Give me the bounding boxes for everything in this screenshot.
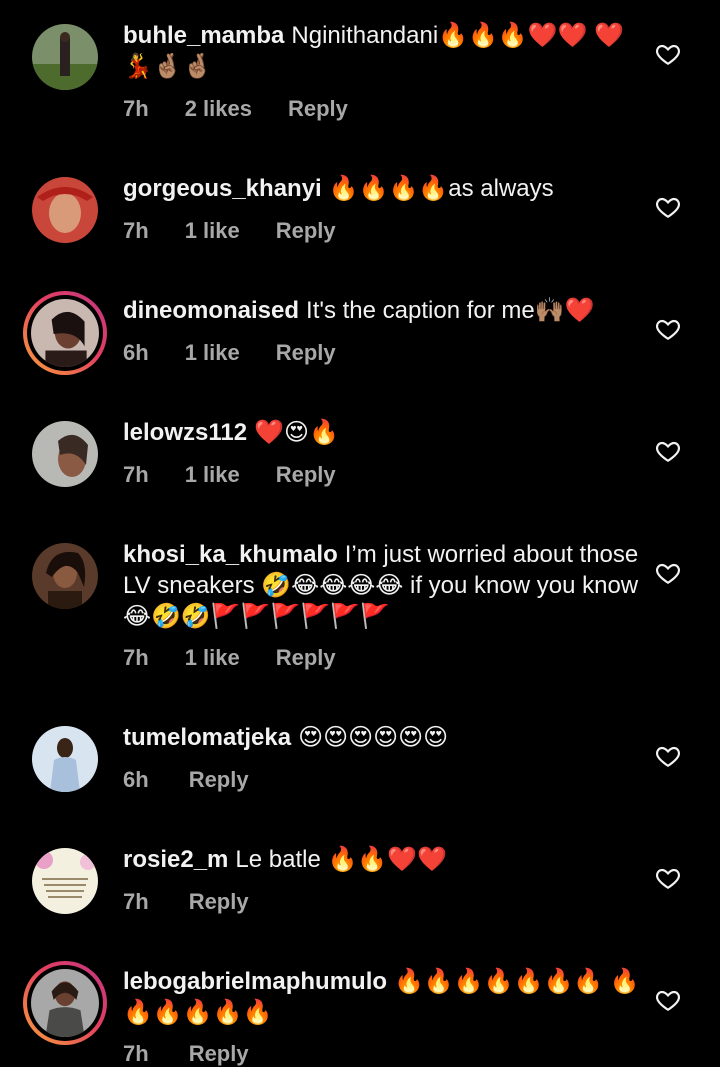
comment-time: 7h	[123, 1041, 149, 1066]
comment-time: 7h	[123, 218, 149, 243]
reply-button[interactable]: Reply	[189, 889, 249, 914]
avatar-image	[31, 969, 99, 1037]
avatar-story-ring[interactable]	[23, 961, 107, 1045]
comment-text: dineomonaised It's the caption for me🙌🏽❤️	[123, 295, 643, 326]
avatar-ring-gap	[27, 965, 103, 1041]
heart-outline-icon[interactable]	[655, 194, 681, 220]
heart-outline-icon[interactable]	[655, 865, 681, 891]
comment-text: khosi_ka_khumalo I’m just worried about t…	[123, 539, 643, 632]
avatar-image	[31, 299, 99, 367]
comment-likes[interactable]: 1 like	[185, 218, 240, 243]
avatar-image	[32, 177, 98, 243]
avatar-image	[32, 421, 98, 487]
comment-likes[interactable]: 2 likes	[185, 96, 252, 121]
comment-username[interactable]: lebogabrielmaphumulo	[123, 968, 387, 995]
reply-button[interactable]: Reply	[189, 1041, 249, 1066]
heart-outline-icon[interactable]	[655, 743, 681, 769]
comment-time: 7h	[123, 645, 149, 670]
heart-outline-icon[interactable]	[655, 560, 681, 586]
comment-username[interactable]: tumelomatjeka	[123, 724, 291, 751]
comment-username[interactable]: lelowzs112	[123, 419, 247, 446]
comment-likes[interactable]: 1 like	[185, 645, 240, 670]
comment-meta: 7h 1 like Reply	[123, 218, 372, 244]
comment-body: It's the caption for me🙌🏽❤️	[306, 297, 595, 324]
reply-button[interactable]: Reply	[276, 340, 336, 365]
comment-body: Le batle 🔥🔥❤️❤️	[235, 846, 448, 873]
reply-button[interactable]: Reply	[288, 96, 348, 121]
comment-meta: 6h 1 like Reply	[123, 340, 372, 366]
comment-username[interactable]: buhle_mamba	[123, 22, 284, 49]
comment-likes[interactable]: 1 like	[185, 462, 240, 487]
avatar[interactable]	[32, 726, 98, 792]
comment-body: ❤️😍🔥	[254, 419, 339, 446]
comment-text: gorgeous_khanyi 🔥🔥🔥🔥as always	[123, 173, 643, 204]
heart-outline-icon[interactable]	[655, 316, 681, 342]
avatar-image	[32, 848, 98, 914]
comment-text: rosie2_m Le batle 🔥🔥❤️❤️	[123, 844, 643, 875]
comment-meta: 7h 2 likes Reply	[123, 96, 384, 122]
comment-meta: 7h 1 like Reply	[123, 462, 372, 488]
heart-outline-icon[interactable]	[655, 41, 681, 67]
avatar	[31, 299, 99, 367]
comment-time: 7h	[123, 96, 149, 121]
comment-text: buhle_mamba Nginithandani🔥🔥🔥❤️❤️ ❤️💃🤞🏽🤞🏽	[123, 20, 643, 82]
comment-body: 🔥🔥🔥🔥as always	[328, 175, 554, 202]
comment-body: 😍😍😍😍😍😍	[298, 724, 449, 751]
heart-outline-icon[interactable]	[655, 987, 681, 1013]
reply-button[interactable]: Reply	[276, 645, 336, 670]
comment-username[interactable]: rosie2_m	[123, 846, 228, 873]
comment-time: 6h	[123, 767, 149, 792]
avatar[interactable]	[32, 24, 98, 90]
comment-text: tumelomatjeka 😍😍😍😍😍😍	[123, 722, 643, 753]
avatar-image	[32, 24, 98, 90]
avatar-story-ring[interactable]	[23, 291, 107, 375]
comment-time: 6h	[123, 340, 149, 365]
comment-likes[interactable]: 1 like	[185, 340, 240, 365]
avatar-ring-gap	[27, 295, 103, 371]
comment-username[interactable]: dineomonaised	[123, 297, 299, 324]
avatar-image	[32, 543, 98, 609]
comment-time: 7h	[123, 889, 149, 914]
avatar[interactable]	[32, 543, 98, 609]
avatar-image	[32, 726, 98, 792]
reply-button[interactable]: Reply	[276, 462, 336, 487]
comment-text: lelowzs112 ❤️😍🔥	[123, 417, 643, 448]
comment-text: lebogabrielmaphumulo 🔥🔥🔥🔥🔥🔥🔥 🔥🔥🔥🔥🔥🔥	[123, 966, 643, 1028]
reply-button[interactable]: Reply	[276, 218, 336, 243]
comment-time: 7h	[123, 462, 149, 487]
avatar[interactable]	[32, 177, 98, 243]
comment-meta: 7h Reply	[123, 1041, 285, 1067]
avatar	[31, 969, 99, 1037]
reply-button[interactable]: Reply	[189, 767, 249, 792]
heart-outline-icon[interactable]	[655, 438, 681, 464]
comment-meta: 7h Reply	[123, 889, 285, 915]
avatar[interactable]	[32, 421, 98, 487]
comment-meta: 6h Reply	[123, 767, 285, 793]
comment-username[interactable]: khosi_ka_khumalo	[123, 541, 338, 568]
comment-meta: 7h 1 like Reply	[123, 645, 372, 671]
comment-username[interactable]: gorgeous_khanyi	[123, 175, 322, 202]
avatar[interactable]	[32, 848, 98, 914]
